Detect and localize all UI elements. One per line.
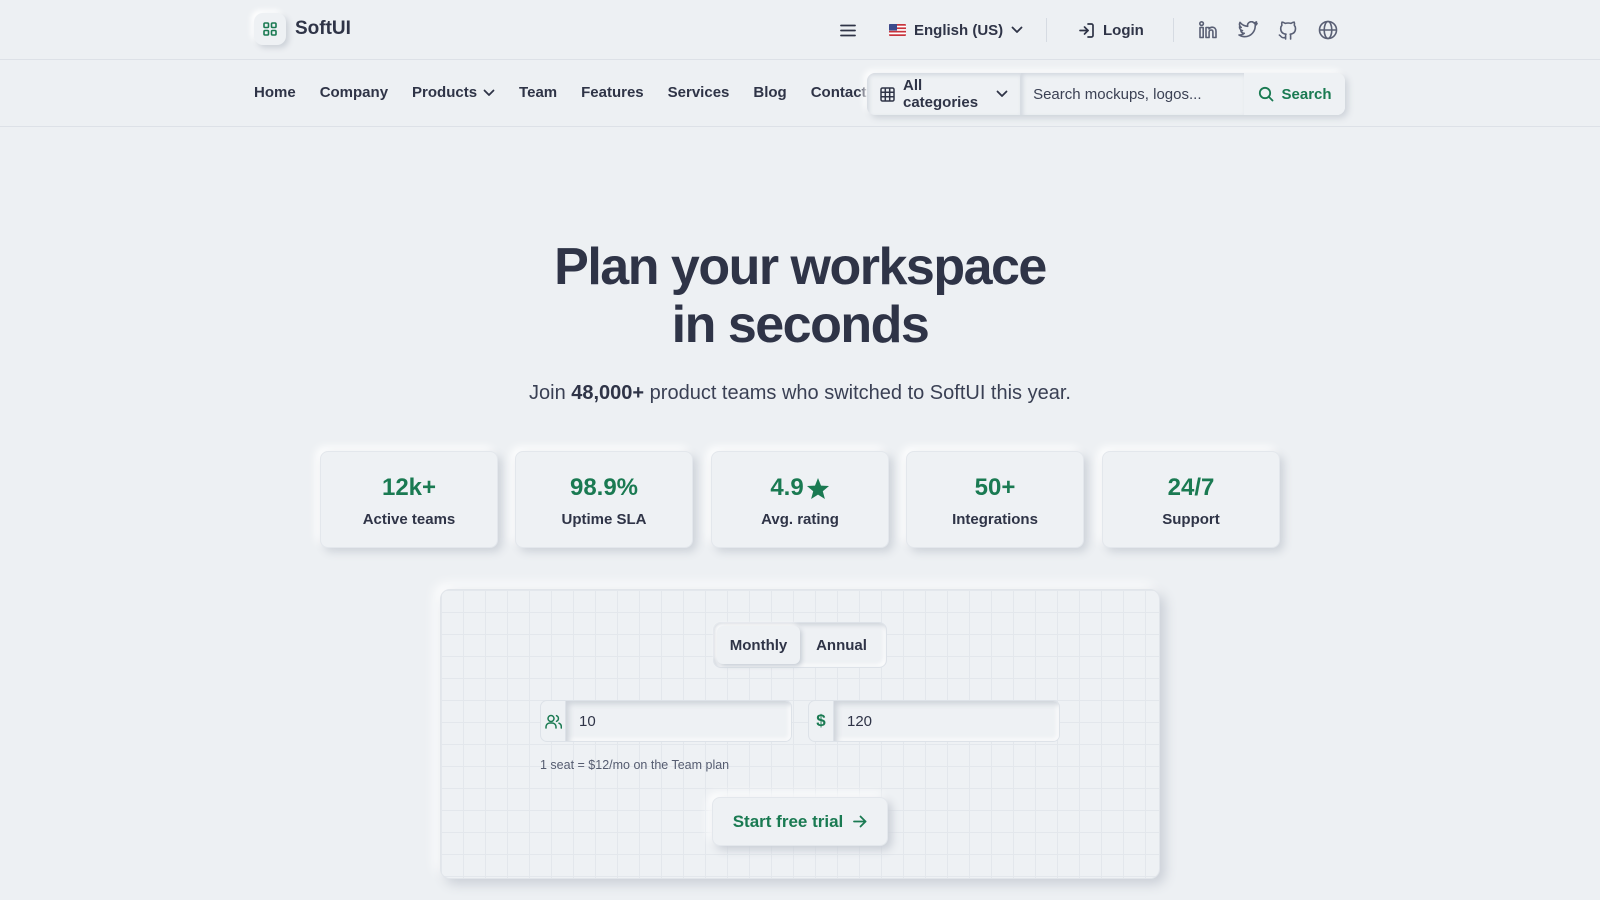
hero-sub-prefix: Join [529, 382, 572, 404]
amount-input[interactable] [834, 701, 1059, 741]
start-trial-label: Start free trial [732, 811, 844, 831]
search-icon [1258, 86, 1274, 102]
chevron-down-icon [1011, 26, 1023, 34]
stat-label: Active teams [362, 511, 456, 528]
start-trial-button[interactable]: Start free trial [712, 797, 888, 846]
chevron-down-icon [483, 89, 495, 97]
search-input[interactable] [1021, 73, 1245, 115]
hero-subtitle: Join 48,000+ product teams who switched … [0, 382, 1600, 405]
hero-title-line-2: in seconds [671, 296, 930, 354]
nav-item-home[interactable]: Home [254, 84, 296, 101]
main-nav-bar: Home Company Products Team Features Serv… [0, 60, 1600, 127]
login-icon [1078, 22, 1095, 39]
globe-icon[interactable] [1316, 18, 1340, 42]
amount-field: $ [808, 700, 1060, 742]
grid-icon [254, 13, 286, 45]
stat-card: 98.9% Uptime SLA [515, 451, 693, 548]
category-select[interactable]: All categories [867, 73, 1022, 115]
search-button-label: Search [1281, 85, 1332, 103]
divider [1173, 18, 1174, 42]
seats-input[interactable] [566, 701, 791, 741]
dollar-icon: $ [809, 701, 834, 741]
billing-toggle: Monthly Annual [713, 622, 887, 668]
stat-card: 12k+ Active teams [320, 451, 498, 548]
language-label: English (US) [914, 21, 1004, 39]
stat-value: 50+ [974, 474, 1016, 501]
stat-label: Avg. rating [761, 511, 839, 528]
stat-card: 24/7 Support [1102, 451, 1280, 548]
hero-sub-highlight: 48,000+ [571, 382, 645, 404]
brand-name: SoftUI [295, 18, 351, 39]
nav-item-contact[interactable]: Contact [811, 84, 867, 101]
language-selector[interactable]: English (US) [889, 18, 1023, 42]
login-button[interactable]: Login [1078, 18, 1144, 42]
login-label: Login [1103, 21, 1144, 39]
pricing-hint: 1 seat = $12/mo on the Team plan [540, 758, 730, 772]
hamburger-menu-icon[interactable] [837, 19, 859, 41]
stat-value: 4.9 [770, 474, 804, 501]
stat-value: 24/7 [1167, 474, 1215, 501]
seats-field [540, 700, 792, 742]
category-label: All categories [903, 77, 979, 111]
stat-label: Integrations [952, 511, 1038, 528]
stat-label: Support [1162, 511, 1220, 528]
nav-item-blog[interactable]: Blog [753, 84, 786, 101]
github-icon[interactable] [1276, 18, 1300, 42]
nav-item-products[interactable]: Products [412, 84, 495, 101]
hero-title: Plan your workspace in seconds [0, 238, 1600, 354]
stat-card: 4.9 Avg. rating [711, 451, 889, 548]
users-icon [541, 701, 566, 741]
nav-item-products-label: Products [412, 84, 478, 101]
table-grid-icon [880, 86, 895, 102]
nav-links: Home Company Products Team Features Serv… [254, 84, 891, 101]
toggle-monthly[interactable]: Monthly [717, 626, 800, 664]
divider [1046, 18, 1047, 42]
nav-item-features[interactable]: Features [581, 84, 644, 101]
stat-value-row: 4.9 [712, 474, 888, 502]
hero-sub-suffix: product teams who switched to SoftUI thi… [644, 382, 1071, 404]
search-button[interactable]: Search [1244, 73, 1345, 115]
twitter-icon[interactable] [1236, 18, 1260, 42]
arrow-right-icon [853, 815, 867, 828]
stat-value: 12k+ [381, 474, 437, 501]
stat-value: 98.9% [569, 474, 639, 501]
nav-item-team[interactable]: Team [519, 84, 557, 101]
stat-card: 50+ Integrations [906, 451, 1084, 548]
top-bar: SoftUI English (US) Login [0, 0, 1600, 60]
nav-item-services[interactable]: Services [668, 84, 730, 101]
stat-label: Uptime SLA [561, 511, 647, 528]
search-group: All categories Search [867, 73, 1345, 115]
chevron-down-icon [996, 90, 1008, 98]
nav-item-company[interactable]: Company [320, 84, 388, 101]
toggle-annual[interactable]: Annual [800, 626, 883, 664]
linkedin-icon[interactable] [1196, 18, 1220, 42]
star-icon [806, 477, 830, 500]
hero-title-line-1: Plan your workspace [554, 238, 1047, 296]
us-flag-icon [889, 24, 906, 36]
brand[interactable]: SoftUI [254, 13, 351, 45]
